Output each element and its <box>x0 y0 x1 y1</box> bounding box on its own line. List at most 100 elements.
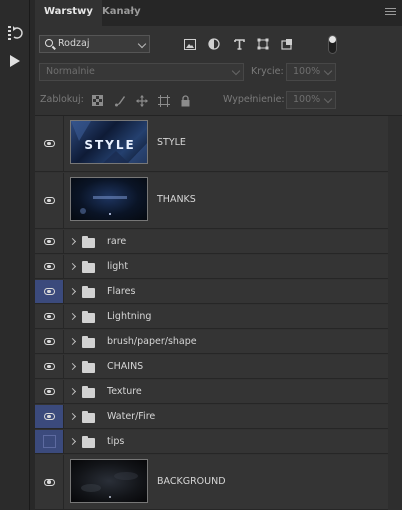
filter-row: Rodzaj <box>35 35 402 55</box>
layer-name: Flares <box>107 286 136 297</box>
chevron-right-icon[interactable] <box>68 412 77 421</box>
eye-icon <box>43 197 55 204</box>
eye-icon <box>43 238 55 245</box>
hidden-visibility-box <box>42 435 56 448</box>
chevron-right-icon[interactable] <box>68 387 77 396</box>
shape-filter-icon[interactable] <box>256 37 270 51</box>
folder-icon <box>82 411 95 423</box>
thumbnail-artwork <box>81 472 138 498</box>
group-water-fire[interactable]: Water/Fire <box>35 405 388 429</box>
chevron-right-icon[interactable] <box>68 437 77 446</box>
fill-label: Wypełnienie: <box>223 94 285 105</box>
play-actions-icon[interactable] <box>6 52 24 70</box>
filter-kind-value: Rodzaj <box>58 38 90 49</box>
filter-kind-select[interactable]: Rodzaj <box>39 35 150 53</box>
eye-icon <box>43 263 55 270</box>
visibility-toggle[interactable] <box>35 330 64 353</box>
eye-icon <box>43 140 55 147</box>
blend-mode-value: Normalnie <box>46 66 95 77</box>
layer-name: Texture <box>107 386 142 397</box>
layer-name: light <box>107 261 129 272</box>
layer-thanks[interactable]: THANKS <box>35 173 388 229</box>
visibility-toggle[interactable] <box>35 355 64 378</box>
group-lightning[interactable]: Lightning <box>35 305 388 329</box>
opacity-field[interactable]: 100% <box>286 63 336 81</box>
folder-icon <box>82 361 95 373</box>
layer-name: Lightning <box>107 311 152 322</box>
filter-toggle-switch[interactable] <box>328 35 337 54</box>
layers-list: STYLE STYLE THANKS rare light Flares Lig… <box>35 116 388 510</box>
opacity-label: Krycie: <box>251 66 284 77</box>
folder-icon <box>82 436 95 448</box>
lock-label: Zablokuj: <box>40 94 84 105</box>
folder-icon <box>82 311 95 323</box>
layers-scrollbar[interactable] <box>388 116 402 510</box>
layer-style[interactable]: STYLE STYLE <box>35 116 388 172</box>
adjustment-filter-icon[interactable] <box>207 37 221 51</box>
layers-panel: Warstwy Kanały Rodzaj Normalnie Krycie: … <box>35 0 402 510</box>
layer-thumbnail <box>70 459 148 503</box>
lock-position-icon[interactable] <box>135 94 148 107</box>
fill-field[interactable]: 100% <box>286 91 336 109</box>
chevron-down-icon <box>231 66 241 76</box>
layer-name: Water/Fire <box>107 411 156 422</box>
blend-mode-select[interactable]: Normalnie <box>39 63 244 81</box>
visibility-toggle[interactable] <box>35 405 64 428</box>
eye-icon <box>43 478 55 486</box>
layer-name: rare <box>107 236 127 247</box>
layer-name: STYLE <box>157 137 186 148</box>
smart-object-filter-icon[interactable] <box>280 37 294 51</box>
chevron-right-icon[interactable] <box>68 287 77 296</box>
layer-name: BACKGROUND <box>157 476 226 487</box>
history-icon[interactable] <box>6 24 24 42</box>
group-flares[interactable]: Flares <box>35 280 388 304</box>
layer-name: tips <box>107 436 125 447</box>
visibility-toggle[interactable] <box>35 305 64 328</box>
visibility-toggle[interactable] <box>35 380 64 403</box>
visibility-toggle[interactable] <box>35 230 64 253</box>
visibility-toggle[interactable] <box>35 116 64 171</box>
group-tips[interactable]: tips <box>35 430 388 454</box>
group-chains[interactable]: CHAINS <box>35 355 388 379</box>
image-filter-icon[interactable] <box>183 37 197 51</box>
layer-name: THANKS <box>157 194 196 205</box>
opacity-value: 100% <box>293 66 321 77</box>
chevron-right-icon[interactable] <box>68 337 77 346</box>
lock-all-icon[interactable] <box>179 94 192 107</box>
tab-layers[interactable]: Warstwy <box>35 0 102 26</box>
folder-icon <box>82 261 95 273</box>
eye-icon <box>43 363 55 370</box>
lock-artboard-icon[interactable] <box>157 94 170 107</box>
thumbnail-artwork: STYLE <box>71 121 147 163</box>
group-light[interactable]: light <box>35 255 388 279</box>
chevron-right-icon[interactable] <box>68 262 77 271</box>
chevron-right-icon[interactable] <box>68 312 77 321</box>
panel-menu-icon[interactable] <box>385 8 396 17</box>
chevron-right-icon[interactable] <box>68 362 77 371</box>
visibility-toggle[interactable] <box>35 280 64 303</box>
tool-strip <box>0 0 30 510</box>
layer-thumbnail <box>70 177 148 221</box>
layer-name: brush/paper/shape <box>107 336 197 347</box>
lock-image-pixels-icon[interactable] <box>113 94 126 107</box>
folder-icon <box>82 286 95 298</box>
eye-icon <box>43 388 55 395</box>
eye-icon <box>43 313 55 320</box>
group-rare[interactable]: rare <box>35 230 388 254</box>
visibility-toggle[interactable] <box>35 430 64 453</box>
visibility-toggle[interactable] <box>35 255 64 278</box>
visibility-toggle[interactable] <box>35 455 64 509</box>
fill-value: 100% <box>293 94 321 105</box>
layer-background[interactable]: BACKGROUND <box>35 455 388 510</box>
group-texture[interactable]: Texture <box>35 380 388 404</box>
thumbnail-text: STYLE <box>84 138 135 152</box>
visibility-toggle[interactable] <box>35 173 64 228</box>
chevron-right-icon[interactable] <box>68 237 77 246</box>
group-brush-paper-shape[interactable]: brush/paper/shape <box>35 330 388 354</box>
tab-channels[interactable]: Kanały <box>93 0 150 26</box>
lock-row: Zablokuj: Wypełnienie: 100% <box>35 91 402 111</box>
chevron-down-icon <box>323 66 333 76</box>
layer-thumbnail: STYLE <box>70 120 148 164</box>
type-filter-icon[interactable] <box>232 37 246 51</box>
lock-transparent-pixels-icon[interactable] <box>91 94 104 107</box>
